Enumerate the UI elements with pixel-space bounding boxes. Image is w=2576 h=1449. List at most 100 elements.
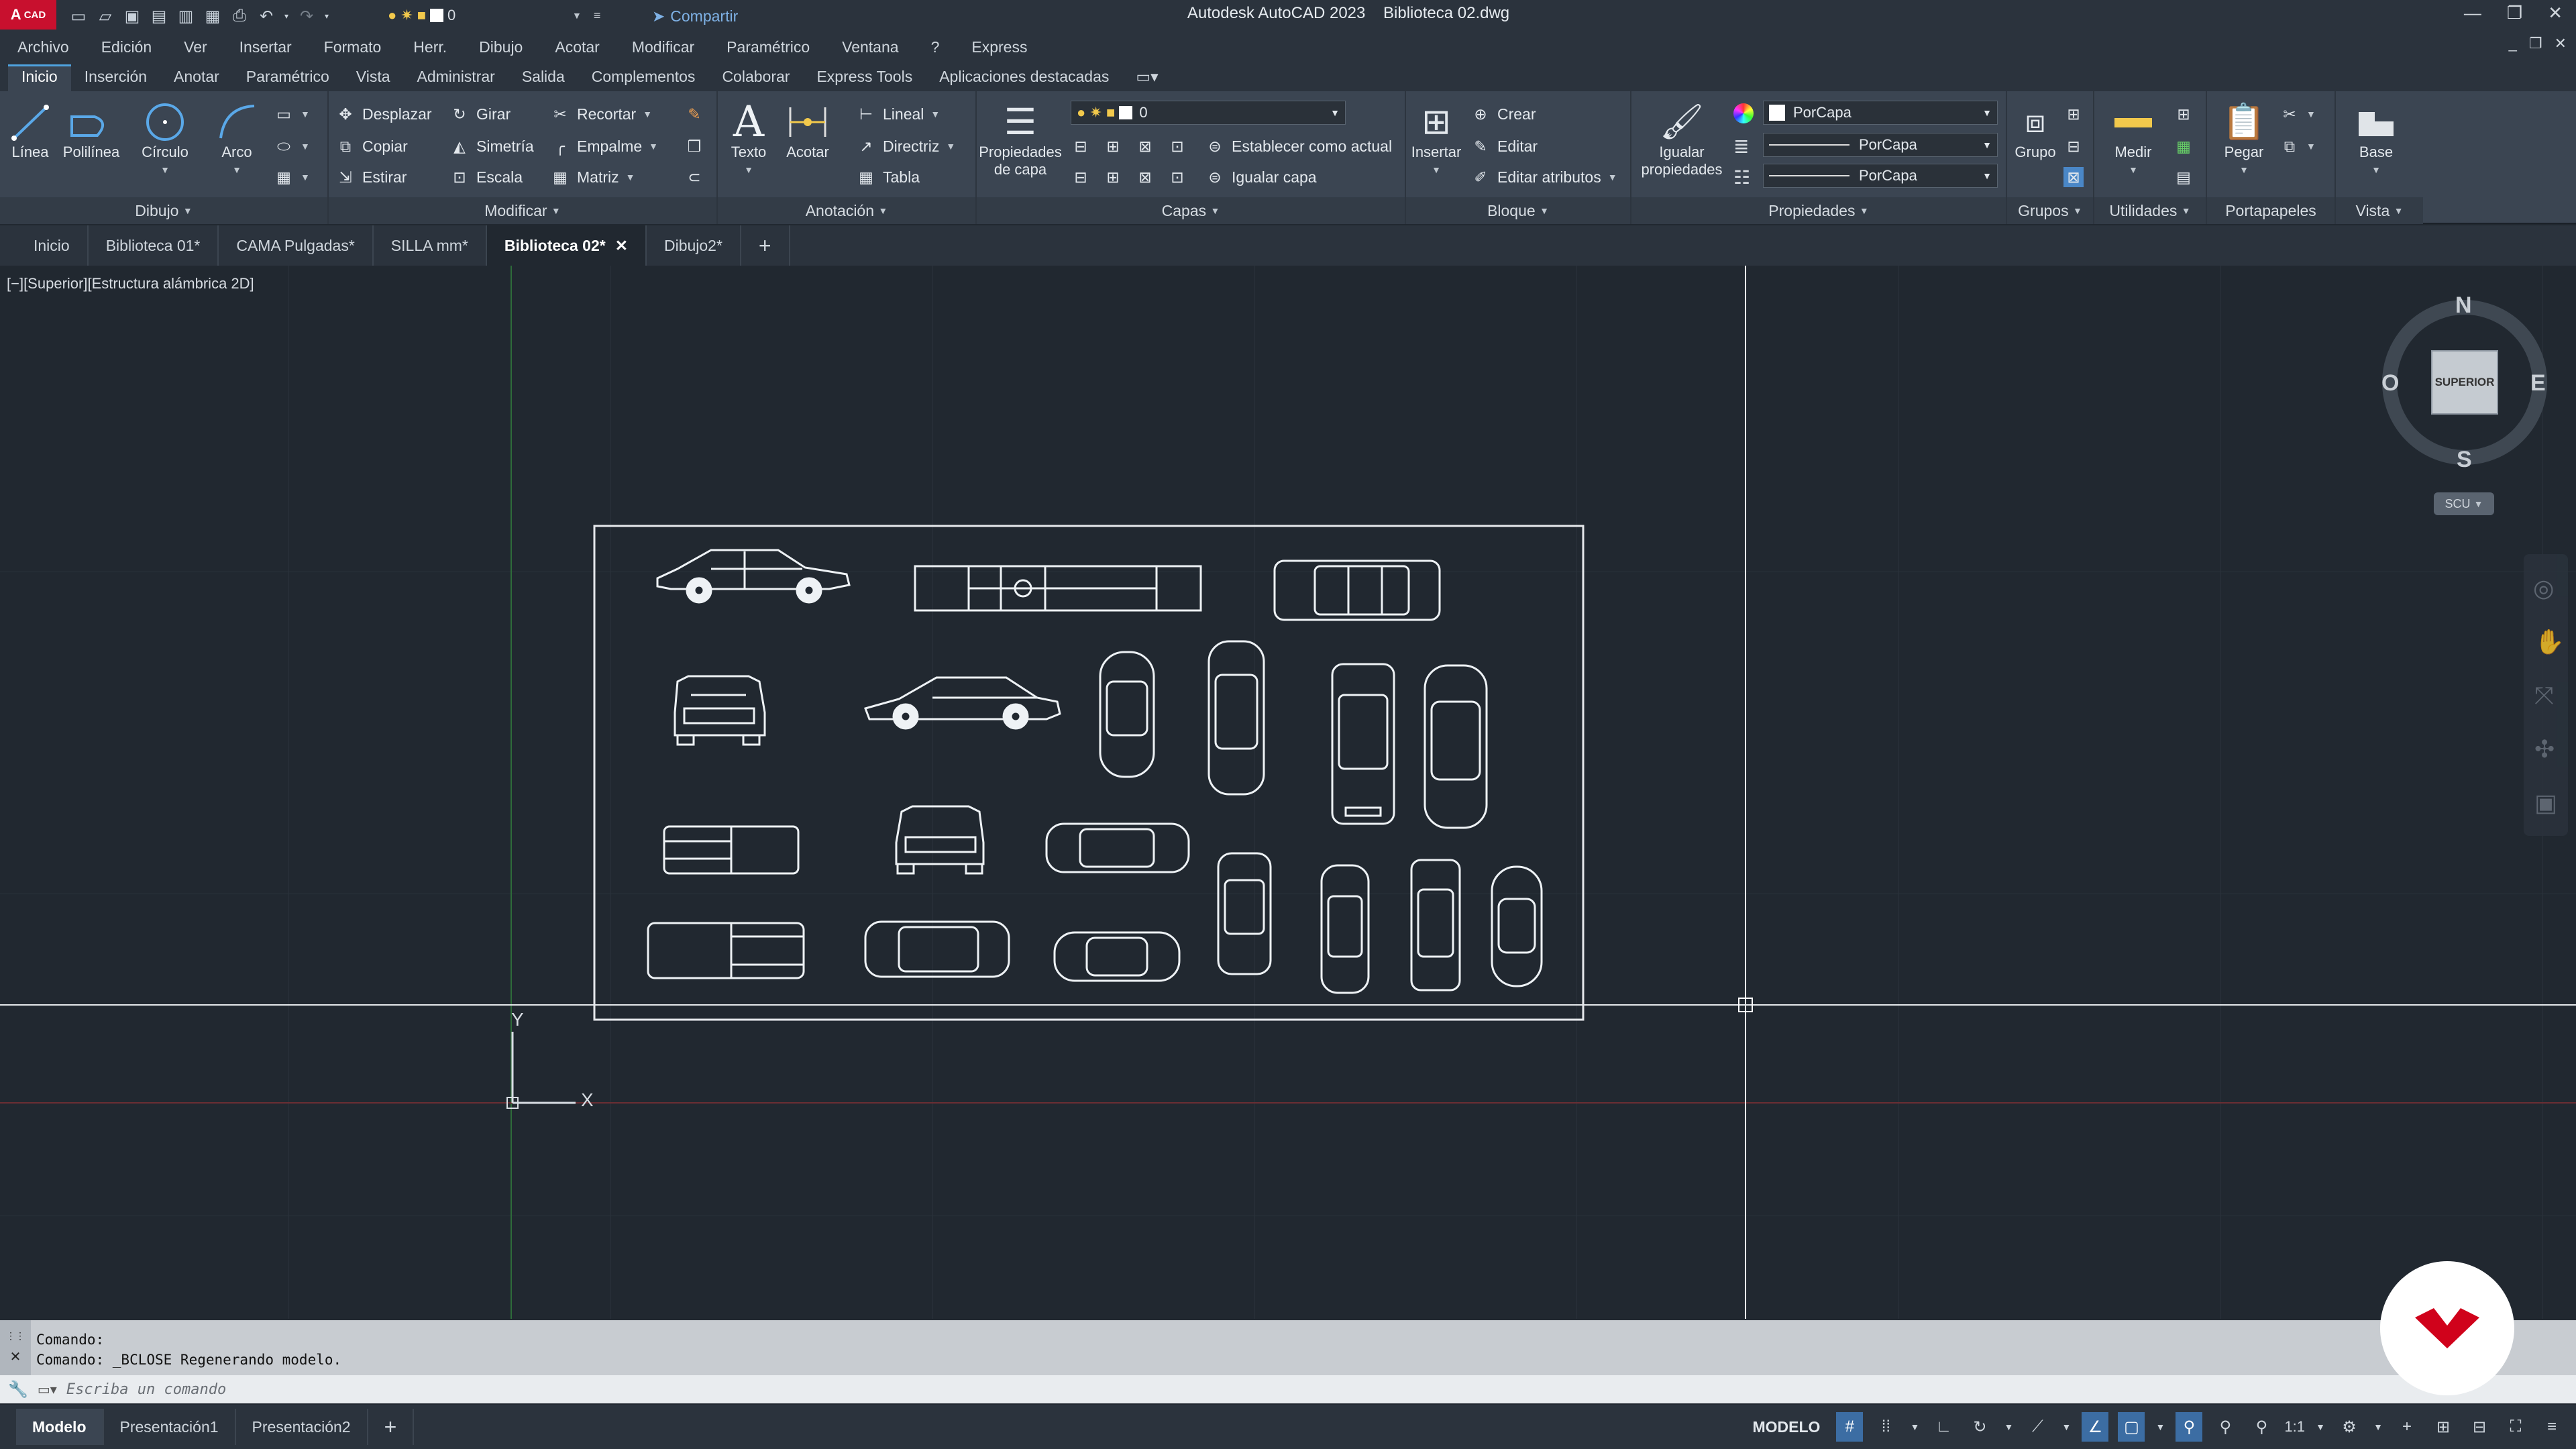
zoom-extents-icon[interactable]: ⤧ xyxy=(2534,682,2554,710)
match-layer-button[interactable]: ⊜ Igualar capa xyxy=(1205,164,1316,191)
viewport-controls-label[interactable]: [−][Superior][Estructura alámbrica 2D] xyxy=(7,275,254,292)
copy-button[interactable]: ⧉ Copiar xyxy=(335,133,408,160)
circle-button[interactable]: Círculo ▼ xyxy=(131,101,199,178)
annotation-visibility-icon[interactable]: ⚲ xyxy=(2176,1412,2203,1442)
ribbon-minimize-icon[interactable]: ▭▾ xyxy=(1122,64,1171,91)
ribbon-tab-10[interactable]: Aplicaciones destacadas xyxy=(926,64,1122,91)
menu-0[interactable]: Archivo xyxy=(17,38,69,56)
units-icon[interactable]: ⊞ xyxy=(2430,1412,2457,1442)
layout-tab[interactable]: Presentación2 xyxy=(236,1409,368,1445)
restore-icon[interactable]: ❐ xyxy=(2507,3,2522,23)
dropdown-icon[interactable]: ▼ xyxy=(2314,1412,2326,1442)
lineweight-dropdown[interactable]: PorCapa ▼ xyxy=(1763,133,1998,157)
scale-button[interactable]: ⊡ Escala xyxy=(449,164,523,191)
share-button[interactable]: ➤ Compartir xyxy=(652,4,738,28)
save-icon[interactable]: ▣ xyxy=(121,5,144,28)
ribbon-tab-8[interactable]: Colaborar xyxy=(708,64,803,91)
viewcube[interactable]: SUPERIOR N S E O xyxy=(2380,290,2555,472)
annotation-monitor-icon[interactable]: + xyxy=(2394,1412,2420,1442)
auto-scale-icon[interactable]: ⚲ xyxy=(2212,1412,2239,1442)
chevron-down-icon[interactable]: ▼ xyxy=(2129,161,2138,178)
panel-title-capas[interactable]: Capas ▼ xyxy=(977,197,1405,224)
set-current-button[interactable]: ⊜ Establecer como actual xyxy=(1205,133,1392,160)
new-tab-plus-icon[interactable]: + xyxy=(741,225,790,266)
panel-title-anotacion[interactable]: Anotación ▼ xyxy=(718,197,975,224)
menu-6[interactable]: Dibujo xyxy=(479,38,523,56)
leader-button[interactable]: ↗ Directriz ▼ xyxy=(856,133,955,160)
save-web-icon[interactable]: ▦ xyxy=(201,5,224,28)
panel-title-dibujo[interactable]: Dibujo ▼ xyxy=(0,197,327,224)
snap-icon[interactable]: ⁞⁞ xyxy=(1872,1412,1899,1442)
showmotion-icon[interactable]: ▣ xyxy=(2534,789,2557,817)
arc-button[interactable]: Arco ▼ xyxy=(207,101,267,178)
menu-9[interactable]: Paramétrico xyxy=(727,38,810,56)
redo-icon[interactable]: ↷ xyxy=(295,5,318,28)
ribbon-tab-4[interactable]: Vista xyxy=(343,64,404,91)
grid-icon[interactable]: # xyxy=(1836,1412,1864,1442)
chevron-down-icon[interactable]: ▼ xyxy=(2371,161,2381,178)
polyline-button[interactable]: Polilínea xyxy=(58,101,125,161)
dropdown-icon[interactable]: ▼ xyxy=(2154,1412,2166,1442)
layout-tab[interactable]: Presentación1 xyxy=(104,1409,236,1445)
menu-3[interactable]: Insertar xyxy=(239,38,292,56)
menu-4[interactable]: Formato xyxy=(324,38,382,56)
layer-properties-button[interactable]: ☰ Propiedades de capa xyxy=(977,101,1064,178)
stretch-button[interactable]: ⇲ Estirar xyxy=(335,164,407,191)
layer-walk-icon[interactable]: ⊞ xyxy=(1103,167,1123,187)
dimension-button[interactable]: Acotar xyxy=(780,101,836,161)
layer-merge-icon[interactable]: ⊠ xyxy=(1135,167,1155,187)
match-properties-button[interactable]: 🖌 Igualar propiedades xyxy=(1631,101,1732,178)
drawing-area[interactable]: Y X [−][Superior][Estructura alámbrica 2… xyxy=(0,266,2576,1319)
menu-12[interactable]: Express xyxy=(971,38,1027,56)
text-button[interactable]: A Texto ▼ xyxy=(720,101,777,178)
ribbon-tab-9[interactable]: Express Tools xyxy=(803,64,926,91)
close-icon[interactable]: ✕ xyxy=(2548,3,2563,23)
measure-button[interactable]: Medir ▼ xyxy=(2098,101,2168,178)
dropdown-icon[interactable]: ▼ xyxy=(1909,1412,1921,1442)
calculator-button[interactable]: ▦ xyxy=(2174,133,2194,160)
chevron-down-icon[interactable]: ▼ xyxy=(160,161,170,178)
steering-wheel-icon[interactable]: ◎ xyxy=(2533,574,2554,602)
dropdown-icon[interactable]: ▼ xyxy=(2060,1412,2072,1442)
ribbon-tab-5[interactable]: Administrar xyxy=(404,64,508,91)
id-point-button[interactable]: ▤ xyxy=(2174,164,2194,191)
group-select-button[interactable]: ⊠ xyxy=(2063,164,2084,191)
doc-tab[interactable]: Biblioteca 02* ✕ xyxy=(486,225,647,266)
layer-delete-icon[interactable]: ⊡ xyxy=(1167,167,1187,187)
command-window-grip[interactable]: ⋮⋮ ✕ xyxy=(0,1320,31,1375)
quick-layer-control[interactable]: ● ✷ ■ 0 ▼ ≡ xyxy=(388,3,623,28)
recent-commands-icon[interactable]: ▭▾ xyxy=(38,1381,57,1398)
ribbon-tab-2[interactable]: Anotar xyxy=(160,64,233,91)
customize-qat-icon[interactable]: ≡ xyxy=(594,9,601,23)
array-button[interactable]: ▦ Matriz ▼ xyxy=(550,164,635,191)
copy-clip-button[interactable]: ⧉ ▼ xyxy=(2279,133,2316,160)
object-snap-icon[interactable]: ▢ xyxy=(2118,1412,2145,1442)
compass-west[interactable]: O xyxy=(2381,370,2399,396)
pan-icon[interactable]: ✋ xyxy=(2534,628,2565,656)
panel-title-modificar[interactable]: Modificar ▼ xyxy=(329,197,716,224)
gradient-button[interactable]: ▦ ▼ xyxy=(274,164,310,191)
edit-block-button[interactable]: ✎ Editar xyxy=(1470,133,1538,160)
trim-button[interactable]: ✂ Recortar ▼ xyxy=(550,101,652,127)
rectangle-button[interactable]: ▭ ▼ xyxy=(274,101,310,127)
move-button[interactable]: ✥ Desplazar xyxy=(335,101,431,127)
annotation-scale-icon[interactable]: ⚲ xyxy=(2248,1412,2275,1442)
ucs-dropdown[interactable]: SCU ▼ xyxy=(2434,492,2494,515)
doc-minimize-icon[interactable]: _ xyxy=(2509,35,2517,52)
ortho-icon[interactable]: ∟ xyxy=(1930,1412,1957,1442)
menu-2[interactable]: Ver xyxy=(184,38,207,56)
ribbon-tab-0[interactable]: Inicio xyxy=(8,64,71,91)
workspace-gear-icon[interactable]: ⚙ xyxy=(2336,1412,2363,1442)
isodraft-icon[interactable]: ⟋ xyxy=(2024,1412,2051,1442)
color-dropdown[interactable]: PorCapa ▼ xyxy=(1763,101,1998,125)
object-snap-tracking-icon[interactable]: ∠ xyxy=(2082,1412,2109,1442)
doc-tab[interactable]: CAMA Pulgadas* xyxy=(219,225,374,266)
add-layout-plus-icon[interactable]: + xyxy=(368,1409,415,1445)
open-folder-icon[interactable]: ▱ xyxy=(94,5,117,28)
create-block-button[interactable]: ⊕ Crear xyxy=(1470,101,1536,127)
panel-title-utilidades[interactable]: Utilidades ▼ xyxy=(2094,197,2206,224)
menu-8[interactable]: Modificar xyxy=(632,38,694,56)
layer-freeze-icon[interactable]: ⊠ xyxy=(1135,136,1155,156)
command-input[interactable] xyxy=(66,1378,2548,1401)
dropdown-icon[interactable]: ▼ xyxy=(2002,1412,2015,1442)
